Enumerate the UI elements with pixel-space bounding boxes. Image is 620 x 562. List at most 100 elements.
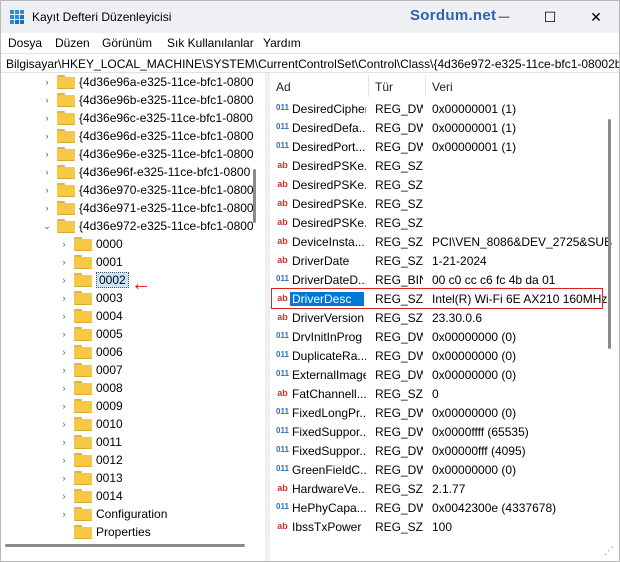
maximize-button[interactable]: ☐ — [527, 1, 573, 33]
values-list-pane[interactable]: Ad Tür Veri 011DesiredCipherREG_DWORD0x0… — [270, 73, 619, 561]
list-vertical-scrollbar[interactable] — [608, 119, 611, 349]
tree-item[interactable]: › 0005 — [59, 325, 123, 343]
value-row[interactable]: ab DesiredPSKe... REG_SZ — [270, 156, 610, 175]
tree-item[interactable]: › {4d36e96e-e325-11ce-bfc1-0800 — [42, 145, 254, 163]
value-row[interactable]: ab HardwareVe... REG_SZ 2.1.77 — [270, 479, 610, 498]
chevron-right-icon[interactable]: › — [59, 325, 69, 343]
tree-item[interactable]: › 0004 — [59, 307, 123, 325]
value-row[interactable]: 011FixedSuppor... REG_DWORD 0x00000fff (40… — [270, 441, 610, 460]
tree-item-label: 0002 — [96, 272, 129, 288]
folder-icon — [74, 291, 92, 305]
tree-item[interactable]: › 0003 — [59, 289, 123, 307]
minimize-button[interactable]: — — [481, 1, 527, 33]
tree-item[interactable]: › 0014 — [59, 487, 123, 505]
column-header-data[interactable]: Veri — [432, 80, 453, 94]
value-row[interactable]: 011DrvInitInProg REG_DWORD 0x00000000 (0) — [270, 327, 610, 346]
value-row[interactable]: 011FixedSuppor... REG_DWORD 0x0000ffff (65… — [270, 422, 610, 441]
chevron-right-icon[interactable]: › — [42, 199, 52, 217]
tree-item[interactable]: › Configuration — [59, 505, 167, 523]
tree-item[interactable]: Properties — [59, 523, 151, 541]
tree-item[interactable]: › 0009 — [59, 397, 123, 415]
tree-item[interactable]: › {4d36e96d-e325-11ce-bfc1-0800 — [42, 127, 254, 145]
tree-item[interactable]: › 0002 — [59, 271, 129, 289]
value-type: REG_SZ — [375, 159, 423, 173]
menu-edit[interactable]: Düzen — [55, 36, 90, 50]
menu-favorites[interactable]: Sık Kullanılanlar — [167, 36, 254, 50]
tree-item[interactable]: › {4d36e96b-e325-11ce-bfc1-0800 — [42, 91, 254, 109]
chevron-right-icon[interactable]: › — [59, 415, 69, 433]
value-row[interactable]: ab DeviceInsta... REG_SZ PCI\VEN_8086&DEV_2… — [270, 232, 612, 251]
tree-horizontal-scrollbar[interactable] — [5, 544, 245, 547]
column-divider[interactable] — [368, 75, 369, 97]
chevron-right-icon[interactable]: › — [59, 397, 69, 415]
chevron-right-icon[interactable]: › — [42, 127, 52, 145]
chevron-right-icon[interactable]: › — [59, 487, 69, 505]
chevron-right-icon[interactable]: › — [59, 235, 69, 253]
tree-item[interactable]: › 0012 — [59, 451, 123, 469]
tree-item[interactable]: › 0001 — [59, 253, 123, 271]
value-data: PCI\VEN_8086&DEV_2725&SUBS — [432, 235, 612, 249]
value-row[interactable]: 011GreenFieldC... REG_DWORD 0x00000000 (0) — [270, 460, 610, 479]
menu-view[interactable]: Görünüm — [102, 36, 152, 50]
column-divider[interactable] — [425, 75, 426, 97]
value-row[interactable]: 011DesiredDefa... REG_DWORD 0x00000001 (1) — [270, 118, 610, 137]
chevron-right-icon[interactable]: › — [59, 451, 69, 469]
chevron-right-icon[interactable]: › — [42, 91, 52, 109]
value-row[interactable]: 011DesiredCipher REG_DWORD 0x00000001 (1) — [270, 99, 610, 118]
value-row[interactable]: 011DesiredPort... REG_DWORD 0x00000001 (1) — [270, 137, 610, 156]
chevron-right-icon[interactable]: › — [59, 379, 69, 397]
chevron-right-icon[interactable]: › — [59, 307, 69, 325]
value-row[interactable]: ab DesiredPSKe... REG_SZ — [270, 194, 610, 213]
value-row[interactable]: ab DesiredPSKe... REG_SZ — [270, 175, 610, 194]
value-row[interactable]: 011ExternalImage REG_DWORD 0x00000000 (0) — [270, 365, 610, 384]
tree-item[interactable]: › {4d36e96f-e325-11ce-bfc1-0800 — [42, 163, 250, 181]
chevron-right-icon[interactable]: › — [42, 163, 52, 181]
chevron-right-icon[interactable]: › — [59, 469, 69, 487]
column-header-type[interactable]: Tür — [375, 80, 393, 94]
chevron-down-icon[interactable]: ⌄ — [42, 217, 52, 235]
close-button[interactable]: ✕ — [573, 1, 619, 33]
key-tree-pane[interactable]: › {4d36e96a-e325-11ce-bfc1-0800 › {4d36e96b… — [1, 73, 257, 543]
value-row[interactable]: 011HePhyCapa... REG_DWORD 0x0042300e (4337… — [270, 498, 610, 517]
chevron-right-icon[interactable]: › — [59, 433, 69, 451]
chevron-right-icon[interactable]: › — [59, 505, 69, 523]
chevron-right-icon[interactable]: › — [59, 361, 69, 379]
value-row[interactable]: ab DriverDate REG_SZ 1-21-2024 — [270, 251, 610, 270]
value-row[interactable]: 011DriverDateD... REG_BINARY 00 c0 cc c6 f… — [270, 270, 610, 289]
folder-icon — [74, 345, 92, 359]
value-row[interactable]: ab FatChannell... REG_SZ 0 — [270, 384, 610, 403]
tree-vertical-scrollbar[interactable] — [253, 169, 256, 223]
value-row[interactable]: ab DesiredPSKe... REG_SZ — [270, 213, 610, 232]
tree-item[interactable]: › {4d36e96c-e325-11ce-bfc1-0800 — [42, 109, 253, 127]
tree-item[interactable]: › {4d36e970-e325-11ce-bfc1-0800 — [42, 181, 254, 199]
menu-file[interactable]: Dosya — [8, 36, 42, 50]
tree-item[interactable]: › 0000 — [59, 235, 123, 253]
tree-item[interactable]: › {4d36e96a-e325-11ce-bfc1-0800 — [42, 73, 254, 91]
chevron-right-icon[interactable]: › — [59, 289, 69, 307]
value-row[interactable]: 011DuplicateRa... REG_DWORD 0x00000000 (0) — [270, 346, 610, 365]
tree-item[interactable]: › 0006 — [59, 343, 123, 361]
address-bar[interactable]: Bilgisayar\HKEY_LOCAL_MACHINE\SYSTEM\Cur… — [1, 53, 619, 73]
value-row[interactable]: 011FixedLongPr... REG_DWORD 0x00000000 (0) — [270, 403, 610, 422]
chevron-right-icon[interactable]: › — [42, 145, 52, 163]
column-header-name[interactable]: Ad — [276, 80, 291, 94]
resize-grip-icon[interactable]: ⋰ — [604, 546, 614, 557]
chevron-right-icon[interactable]: › — [42, 181, 52, 199]
value-row[interactable]: ab IbssTxPower REG_SZ 100 — [270, 517, 610, 536]
tree-item[interactable]: › 0010 — [59, 415, 123, 433]
binary-value-icon: 011 — [276, 464, 289, 473]
tree-item[interactable]: › 0007 — [59, 361, 123, 379]
chevron-right-icon[interactable]: › — [59, 253, 69, 271]
tree-item[interactable]: › {4d36e971-e325-11ce-bfc1-0800 — [42, 199, 254, 217]
tree-item[interactable]: › 0013 — [59, 469, 123, 487]
tree-item-label: 0012 — [96, 453, 123, 467]
menu-help[interactable]: Yardım — [263, 36, 301, 50]
chevron-right-icon[interactable]: › — [42, 109, 52, 127]
chevron-right-icon[interactable]: › — [42, 73, 52, 91]
chevron-right-icon[interactable]: › — [59, 271, 69, 289]
chevron-right-icon[interactable]: › — [59, 343, 69, 361]
tree-item[interactable]: › 0008 — [59, 379, 123, 397]
value-row[interactable]: ab DriverVersion REG_SZ 23.30.0.6 — [270, 308, 610, 327]
tree-item[interactable]: › 0011 — [59, 433, 122, 451]
tree-item[interactable]: ⌄ {4d36e972-e325-11ce-bfc1-0800 — [42, 217, 254, 235]
